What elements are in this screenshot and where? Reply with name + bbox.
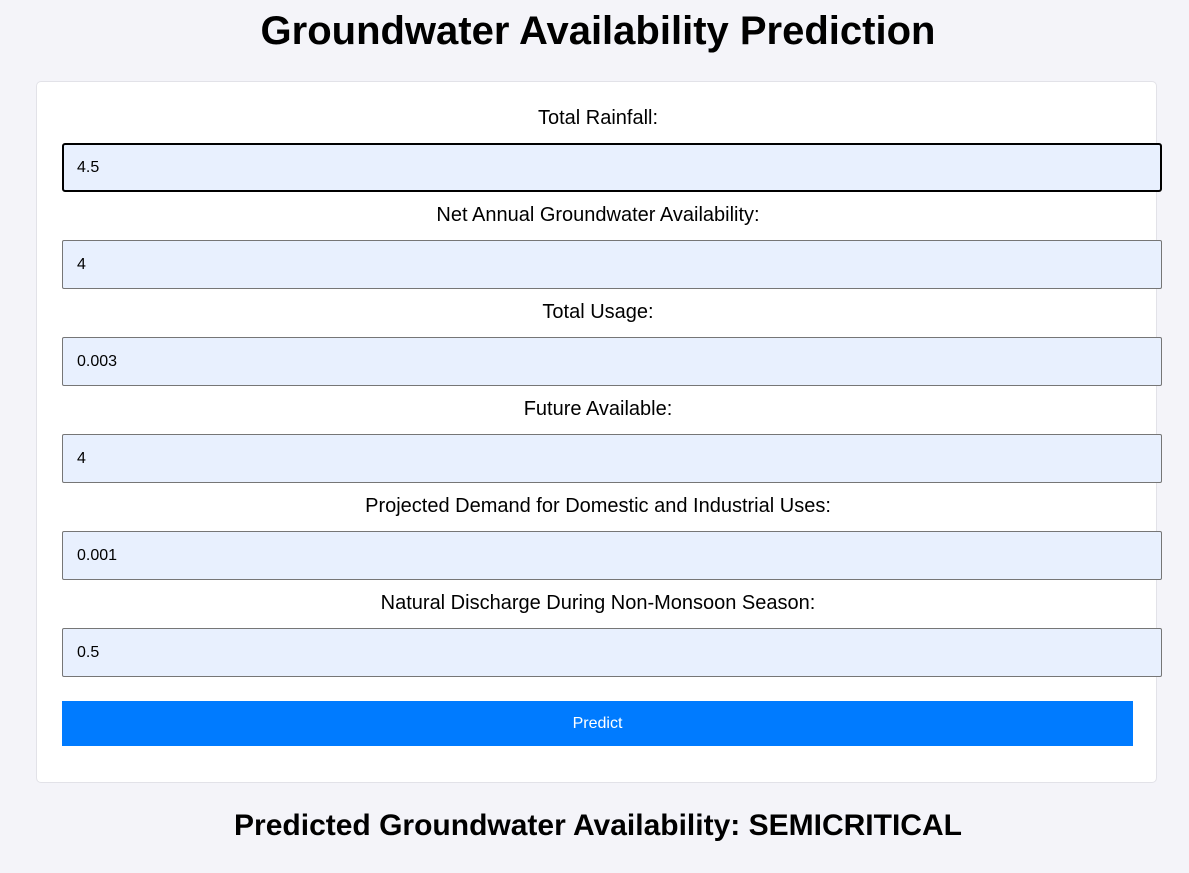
net-annual-groundwater-input[interactable] — [62, 240, 1162, 289]
field-natural-discharge: Natural Discharge During Non-Monsoon Sea… — [62, 591, 1162, 677]
total-rainfall-input[interactable] — [62, 143, 1162, 192]
natural-discharge-input[interactable] — [62, 628, 1162, 677]
total-usage-label: Total Usage: — [542, 301, 654, 323]
page-title: Groundwater Availability Prediction — [260, 9, 936, 53]
total-rainfall-label: Total Rainfall: — [537, 107, 659, 129]
prediction-result: Predicted Groundwater Availability: SEMI… — [234, 809, 962, 842]
field-future-available: Future Available: — [62, 397, 1162, 483]
field-projected-demand: Projected Demand for Domestic and Indust… — [62, 494, 1162, 580]
field-total-usage: Total Usage: — [62, 300, 1162, 386]
net-annual-groundwater-label: Net Annual Groundwater Availability: — [436, 204, 760, 226]
total-usage-input[interactable] — [62, 337, 1162, 386]
field-net-annual-groundwater: Net Annual Groundwater Availability: — [62, 203, 1162, 289]
projected-demand-label: Projected Demand for Domestic and Indust… — [365, 495, 831, 517]
future-available-label: Future Available: — [523, 398, 673, 420]
natural-discharge-label: Natural Discharge During Non-Monsoon Sea… — [380, 592, 816, 614]
projected-demand-input[interactable] — [62, 531, 1162, 580]
field-total-rainfall: Total Rainfall: — [62, 106, 1162, 192]
predict-button[interactable]: Predict — [62, 701, 1133, 746]
future-available-input[interactable] — [62, 434, 1162, 483]
